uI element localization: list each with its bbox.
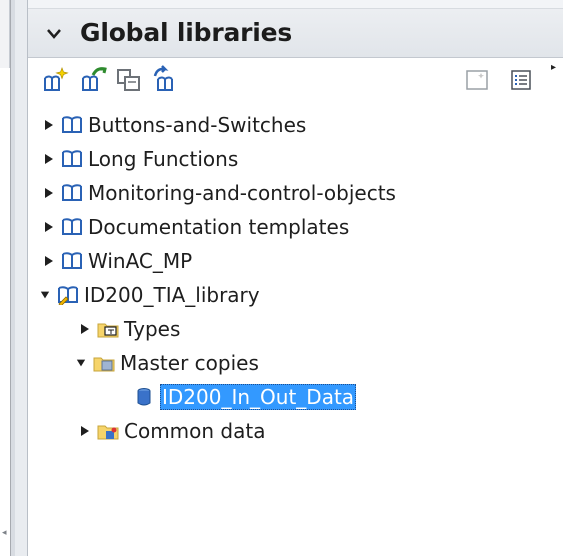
tree-item-master-copies[interactable]: Master copies	[28, 346, 563, 380]
tree-item-label: Common data	[124, 419, 266, 443]
library-book-icon	[60, 114, 84, 136]
tree-item-winac-mp[interactable]: WinAC_MP	[28, 244, 563, 278]
close-library-button[interactable]	[150, 65, 180, 95]
tree-item-label: Types	[124, 317, 181, 341]
editable-library-icon	[56, 284, 80, 306]
collapse-arrow-icon[interactable]	[38, 288, 52, 302]
save-library-icon	[117, 69, 140, 91]
expand-arrow-icon[interactable]	[42, 152, 56, 166]
tree-item-label: Buttons-and-Switches	[88, 113, 307, 137]
tree-item-common-data[interactable]: Common data	[28, 414, 563, 448]
new-library-icon	[44, 67, 69, 91]
side-bar	[15, 0, 28, 556]
chevron-down-icon	[47, 29, 61, 39]
tree-item-label: ID200_In_Out_Data	[160, 384, 357, 410]
tree-item-label: Monitoring-and-control-objects	[88, 181, 396, 205]
library-view-button[interactable]	[462, 65, 492, 95]
types-folder-icon	[96, 318, 120, 340]
data-block-icon	[132, 386, 156, 408]
scroll-arrow-icon[interactable]: ◂	[2, 526, 8, 540]
expand-arrow-icon[interactable]	[78, 424, 92, 438]
collapse-button[interactable]	[42, 22, 66, 46]
tree-item-label: Master copies	[120, 351, 259, 375]
tree-item-long-functions[interactable]: Long Functions	[28, 142, 563, 176]
library-toolbar: ▸	[28, 58, 563, 102]
tree-item-documentation-templates[interactable]: Documentation templates	[28, 210, 563, 244]
tree-item-label: ID200_TIA_library	[84, 283, 260, 307]
expand-arrow-icon[interactable]	[42, 254, 56, 268]
details-view-button[interactable]	[506, 65, 536, 95]
save-library-button[interactable]	[114, 65, 144, 95]
panel-title: Global libraries	[80, 18, 293, 47]
expand-arrow-icon[interactable]	[78, 322, 92, 336]
open-library-button[interactable]	[78, 65, 108, 95]
library-book-icon	[60, 182, 84, 204]
details-view-icon	[511, 70, 531, 90]
expand-arrow-icon[interactable]	[42, 118, 56, 132]
common-data-folder-icon	[96, 420, 120, 442]
global-libraries-panel: Global libraries ▸ Buttons-and-Switches …	[28, 0, 563, 556]
library-book-icon	[60, 216, 84, 238]
close-library-icon	[153, 65, 173, 91]
tree-item-label: WinAC_MP	[88, 249, 193, 273]
header-top-line	[28, 0, 563, 9]
expand-arrow-icon[interactable]	[42, 220, 56, 234]
tree-item-monitoring-and-control-objects[interactable]: Monitoring-and-control-objects	[28, 176, 563, 210]
left-scrollbar[interactable]: ◂	[0, 0, 10, 556]
left-scroll-thumb[interactable]	[0, 0, 10, 68]
tree-item-label: Documentation templates	[88, 215, 350, 239]
tree-item-buttons-and-switches[interactable]: Buttons-and-Switches	[28, 108, 563, 142]
tree-item-id200-in-out-data[interactable]: ID200_In_Out_Data	[28, 380, 563, 414]
collapse-arrow-icon[interactable]	[74, 356, 88, 370]
expand-arrow-icon[interactable]	[42, 186, 56, 200]
tree-item-types[interactable]: Types	[28, 312, 563, 346]
tree-item-label: Long Functions	[88, 147, 239, 171]
library-view-icon	[466, 70, 488, 90]
tree-item-id200-tia-library[interactable]: ID200_TIA_library	[28, 278, 563, 312]
toolbar-overflow-icon[interactable]: ▸	[551, 62, 556, 73]
panel-header: Global libraries	[28, 0, 563, 58]
open-library-icon	[82, 67, 107, 91]
library-book-icon	[60, 148, 84, 170]
master-copies-folder-icon	[92, 352, 116, 374]
new-library-button[interactable]	[40, 65, 70, 95]
library-book-icon	[60, 250, 84, 272]
